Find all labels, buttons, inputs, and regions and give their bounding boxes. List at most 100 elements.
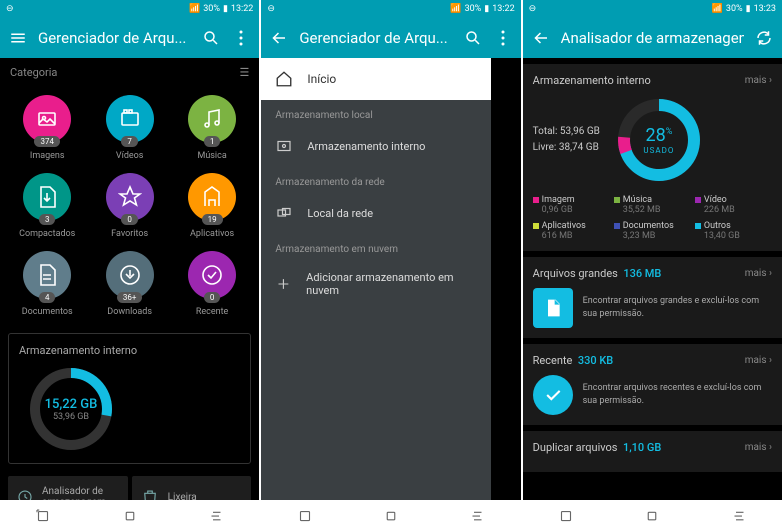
category-favoritos[interactable]: 0 Favoritos: [90, 169, 168, 243]
large-files-card[interactable]: Arquivos grandes 136 MB mais › Encontrar…: [523, 257, 782, 338]
category-label: Música: [197, 151, 226, 161]
category-compactados[interactable]: 3 Compactados: [8, 169, 86, 243]
duplicate-card[interactable]: Duplicar arquivos 1,10 GB mais ›: [523, 431, 782, 472]
nav-bar: [261, 500, 520, 532]
clock: 13:23: [754, 4, 776, 14]
recents-icon[interactable]: [34, 507, 52, 525]
storage-used: 15,22 GB: [45, 397, 98, 412]
card-size: 1,10 GB: [623, 441, 661, 454]
drawer-item[interactable]: Local da rede: [261, 192, 491, 234]
clock: 13:22: [492, 4, 514, 14]
carrier-icon: ⊖: [6, 4, 14, 14]
search-icon[interactable]: [463, 28, 483, 48]
action-1[interactable]: Lixeira: [132, 476, 252, 500]
battery-icon: ▮: [746, 4, 751, 14]
storage-card[interactable]: Armazenamento interno 15,22 GB 53,96 GB: [8, 333, 251, 464]
category-downloads[interactable]: 36+ Downloads: [90, 247, 168, 321]
more-link[interactable]: mais ›: [745, 442, 772, 453]
screen-3: ⊖ 📶 30% ▮ 13:23 Analisador de armazenage…: [523, 0, 782, 532]
usage-donut-icon: 28% USADO: [614, 95, 704, 185]
back-icon[interactable]: [730, 507, 748, 525]
back-arrow-icon[interactable]: [269, 28, 289, 48]
clock: 13:22: [231, 4, 253, 14]
category-label: Recente: [196, 307, 229, 317]
signal-icon: 📶: [450, 4, 461, 14]
legend-name: Documentos: [623, 221, 674, 231]
card-title: Armazenamento interno: [533, 74, 651, 87]
screen-1: ⊖ 📶 30% ▮ 13:22 Gerenciador de Arqu... C…: [0, 0, 259, 532]
recent-card[interactable]: Recente 330 KB mais › Encontrar arquivos…: [523, 344, 782, 425]
storage-title: Armazenamento interno: [19, 344, 240, 357]
category-vídeos[interactable]: 7 Vídeos: [90, 91, 168, 165]
back-arrow-icon[interactable]: [531, 28, 551, 48]
app-bar: Gerenciador de Arqu...: [261, 18, 520, 58]
action-0[interactable]: Analisador de armazenagem: [8, 476, 128, 500]
drawer-item-label: Adicionar armazenamento em nuvem: [306, 271, 477, 297]
card-size: 330 KB: [578, 354, 613, 367]
category-imagens[interactable]: 374 Imagens: [8, 91, 86, 165]
category-label: Favoritos: [111, 229, 148, 239]
drawer-item[interactable]: Armazenamento interno: [261, 125, 491, 167]
more-link[interactable]: mais ›: [745, 75, 772, 86]
back-icon[interactable]: [468, 507, 486, 525]
category-label: Aplicativos: [190, 229, 234, 239]
category-icon: [200, 185, 224, 209]
home-icon[interactable]: [643, 507, 661, 525]
home-icon[interactable]: [382, 507, 400, 525]
legend-dot-icon: [695, 223, 701, 229]
category-recente[interactable]: 0 Recente: [173, 247, 251, 321]
legend-value: 3,23 MB: [623, 231, 691, 241]
battery-icon: ▮: [223, 4, 228, 14]
drawer-item-icon: [275, 204, 293, 222]
status-bar: ⊖ 📶 30% ▮ 13:23: [523, 0, 782, 18]
category-count: 3: [39, 214, 56, 225]
recents-icon[interactable]: [296, 507, 314, 525]
storage-total: 53,96 GB: [53, 412, 89, 422]
legend-item: Outros 13,40 GB: [695, 221, 772, 241]
overflow-icon[interactable]: [493, 28, 513, 48]
category-música[interactable]: 1 Música: [173, 91, 251, 165]
drawer-section-header: Armazenamento da rede: [261, 167, 491, 192]
category-icon: [35, 263, 59, 287]
legend-name: Música: [623, 195, 652, 205]
category-icon: [118, 185, 142, 209]
search-icon[interactable]: [201, 28, 221, 48]
nav-bar: [0, 500, 259, 532]
back-icon[interactable]: [207, 507, 225, 525]
signal-icon: 📶: [189, 4, 200, 14]
overflow-icon[interactable]: [231, 28, 251, 48]
app-title: Gerenciador de Arqu...: [299, 29, 452, 47]
card-desc: Encontrar arquivos grandes e excluí-los …: [583, 295, 772, 320]
drawer-home[interactable]: Início: [261, 58, 491, 100]
drawer-item-icon: [275, 137, 293, 155]
legend-value: 616 MB: [542, 231, 610, 241]
recents-icon[interactable]: [557, 507, 575, 525]
menu-icon[interactable]: [8, 28, 28, 48]
check-icon: [533, 375, 573, 415]
legend-value: 35,52 MB: [623, 205, 691, 215]
app-title: Analisador de armazenagem: [561, 29, 744, 47]
more-link[interactable]: mais ›: [745, 268, 772, 279]
home-icon[interactable]: [121, 507, 139, 525]
legend-name: Vídeo: [704, 195, 727, 205]
category-icon: [35, 185, 59, 209]
large-file-icon: [533, 288, 573, 328]
drawer-item-label: Armazenamento interno: [307, 140, 425, 153]
category-documentos[interactable]: 4 Documentos: [8, 247, 86, 321]
internal-storage-card[interactable]: Armazenamento interno mais › Total: 53,9…: [523, 64, 782, 251]
legend-name: Outros: [704, 221, 731, 231]
action-icon: [16, 487, 34, 500]
screen-2: ⊖ 📶 30% ▮ 13:22 Gerenciador de Arqu... I…: [261, 0, 520, 532]
legend-dot-icon: [695, 197, 701, 203]
action-icon: [140, 487, 160, 500]
action-label: Analisador de armazenagem: [42, 486, 120, 500]
more-link[interactable]: mais ›: [745, 355, 772, 366]
status-bar: ⊖ 📶 30% ▮ 13:22: [0, 0, 259, 18]
drawer-item-icon: [275, 275, 292, 293]
category-aplicativos[interactable]: 19 Aplicativos: [173, 169, 251, 243]
drawer-item[interactable]: Adicionar armazenamento em nuvem: [261, 259, 491, 309]
category-icon: [118, 107, 142, 131]
category-label: Imagens: [30, 151, 65, 161]
list-icon[interactable]: ☰: [239, 66, 249, 79]
refresh-icon[interactable]: [754, 28, 774, 48]
